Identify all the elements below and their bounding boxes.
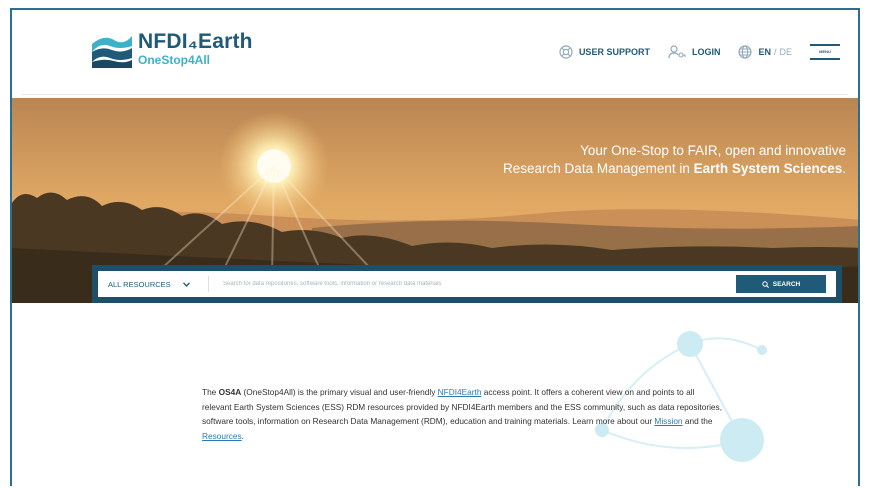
menu-bar-top <box>810 44 840 46</box>
resource-type-value: ALL RESOURCES <box>108 279 171 289</box>
intro-text-4: and the <box>682 416 713 426</box>
header-divider <box>22 94 848 95</box>
user-support-label: USER SUPPORT <box>578 47 650 57</box>
menu-bar-bottom <box>810 58 840 60</box>
login-label: LOGIN <box>691 47 721 57</box>
intro-text-1: The <box>202 387 219 397</box>
intro-text-5: . <box>241 430 244 441</box>
nfdi4earth-link[interactable]: NFDI4Earth <box>438 387 482 397</box>
search-bar: ALL RESOURCES SEARCH <box>92 265 842 303</box>
browser-frame: NFDI₄Earth OneStop4All USER SUPPORT LOGI… <box>10 8 860 486</box>
menu-button[interactable]: MENU <box>810 44 840 60</box>
lang-separator: / <box>773 47 777 57</box>
chevron-down-icon <box>182 281 190 287</box>
user-support-link[interactable]: USER SUPPORT <box>559 45 650 59</box>
intro-text-2: (OneStop4All) is the primary visual and … <box>241 387 438 397</box>
tagline-line-2: Research Data Management in Earth System… <box>503 160 846 178</box>
lang-en[interactable]: EN <box>758 47 771 57</box>
tagline-line-2-prefix: Research Data Management in <box>503 161 694 176</box>
logo-title: NFDI₄Earth <box>138 29 253 53</box>
hero-tagline: Your One-Stop to FAIR, open and innovati… <box>503 142 846 178</box>
top-nav: USER SUPPORT LOGIN EN / DE MENU <box>541 44 840 60</box>
logo-mark-icon <box>92 28 132 68</box>
intro-paragraph: The OS4A (OneStop4All) is the primary vi… <box>202 385 722 443</box>
search-bar-inner: ALL RESOURCES SEARCH <box>98 271 836 297</box>
mission-link[interactable]: Mission <box>654 416 682 426</box>
menu-label: MENU <box>819 49 831 54</box>
logo-subtitle: OneStop4All <box>138 52 211 67</box>
lang-de[interactable]: DE <box>779 47 792 57</box>
lifebuoy-icon <box>559 45 573 59</box>
login-link[interactable]: LOGIN <box>668 45 721 59</box>
language-switcher[interactable]: EN / DE <box>738 45 792 59</box>
globe-icon <box>738 45 753 59</box>
tagline-line-1: Your One-Stop to FAIR, open and innovati… <box>580 143 846 158</box>
resource-type-select[interactable]: ALL RESOURCES <box>98 276 209 292</box>
search-input[interactable] <box>209 280 736 288</box>
search-icon <box>762 280 769 288</box>
tagline-emphasis: Earth System Sciences <box>693 161 843 176</box>
search-button-label: SEARCH <box>772 280 801 288</box>
site-logo[interactable]: NFDI₄Earth OneStop4All <box>92 28 253 68</box>
search-button[interactable]: SEARCH <box>736 275 826 293</box>
intro-os4a: OS4A <box>218 387 242 397</box>
tagline-line-2-suffix: . <box>842 161 846 176</box>
resources-link[interactable]: Resources <box>202 431 242 441</box>
user-key-icon <box>668 45 686 59</box>
